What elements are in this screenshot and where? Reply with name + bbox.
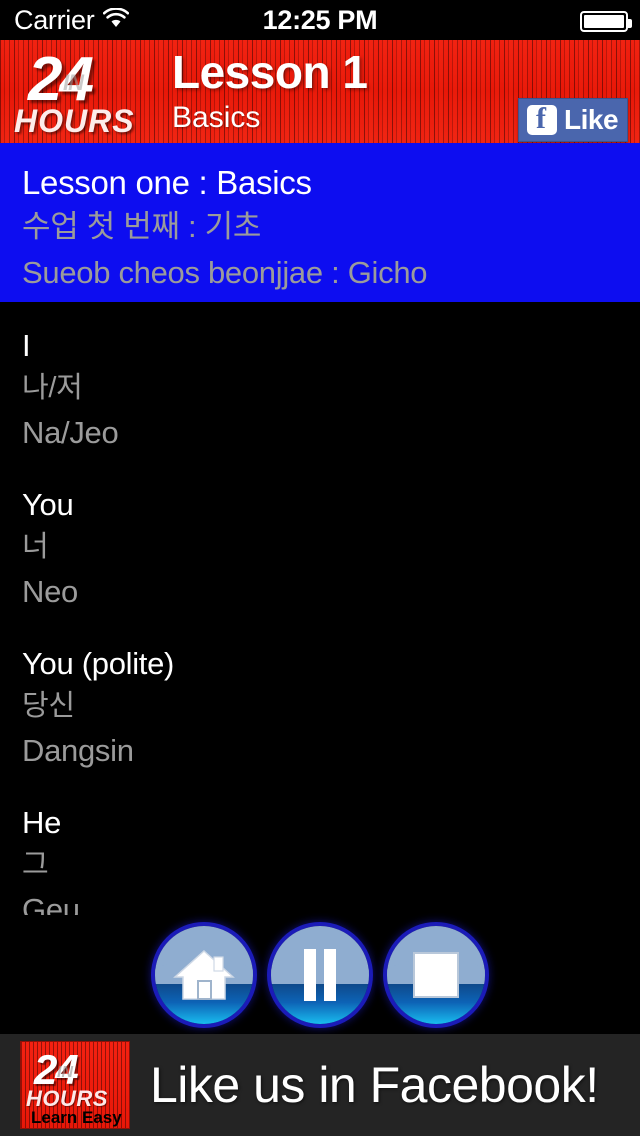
app-screen: Carrier 12:25 PM 24 IN HOURS Lesson 1 Ba…: [0, 0, 640, 1136]
entry-romanized: Na/Jeo: [22, 415, 119, 450]
ad-logo-watermark: IN: [57, 1064, 73, 1081]
home-icon: [155, 926, 253, 1024]
brand-logo-watermark: IN: [63, 70, 84, 95]
entry-romanized: Geu: [22, 892, 80, 915]
banner-romanized: Sueob cheos beonjjae : Gicho: [22, 255, 428, 290]
entry-korean: 나/저: [22, 372, 83, 404]
entry-romanized: Dangsin: [22, 733, 134, 768]
entry-english: You: [22, 487, 74, 522]
lesson-content-list[interactable]: I 나/저 Na/Jeo You 너 Neo You (polite) 당신 D…: [0, 302, 640, 915]
brand-logo-hours: HOURS: [14, 103, 135, 139]
pause-icon: [271, 926, 369, 1024]
ad-brand-logo: 24 IN HOURS Learn Easy: [20, 1041, 130, 1129]
list-item: You (polite) 당신 Dangsin: [22, 642, 618, 773]
facebook-f-icon: [527, 102, 557, 136]
playback-controls: [0, 915, 640, 1034]
ad-banner[interactable]: 24 IN HOURS Learn Easy Like us in Facebo…: [0, 1034, 640, 1136]
page-subtitle: Basics: [172, 101, 261, 134]
clock-label: 12:25 PM: [262, 5, 378, 35]
status-bar: Carrier 12:25 PM: [0, 0, 640, 40]
entry-romanized: Neo: [22, 574, 78, 609]
list-item: He 그 Geu: [22, 801, 618, 915]
page-title: Lesson 1: [172, 46, 368, 98]
banner-english: Lesson one : Basics: [22, 164, 312, 201]
battery-icon: [580, 11, 632, 32]
entry-korean: 너: [22, 531, 49, 563]
brand-logo: 24 IN HOURS: [8, 40, 160, 140]
entry-korean: 그: [22, 849, 49, 881]
entry-english: I: [22, 328, 31, 363]
entry-english: He: [22, 805, 62, 840]
facebook-like-button[interactable]: Like: [518, 98, 628, 142]
facebook-like-label: Like: [564, 104, 619, 135]
header-titles: Lesson 1 Basics: [172, 44, 368, 136]
home-button[interactable]: [155, 925, 253, 1024]
banner-korean: 수업 첫 번째 : 기초: [22, 209, 262, 244]
lesson-title-banner: Lesson one : Basics 수업 첫 번째 : 기초 Sueob c…: [0, 143, 640, 302]
app-header: 24 IN HOURS Lesson 1 Basics Like: [0, 40, 640, 143]
ad-logo-tagline: Learn Easy: [31, 1108, 122, 1127]
list-item: I 나/저 Na/Jeo: [22, 324, 618, 455]
pause-button[interactable]: [271, 925, 369, 1024]
entry-english: You (polite): [22, 646, 175, 681]
ad-banner-text: Like us in Facebook!: [150, 1057, 599, 1113]
stop-icon: [387, 926, 485, 1024]
entry-korean: 당신: [22, 690, 75, 722]
list-item: You 너 Neo: [22, 483, 618, 614]
stop-button[interactable]: [387, 925, 485, 1024]
